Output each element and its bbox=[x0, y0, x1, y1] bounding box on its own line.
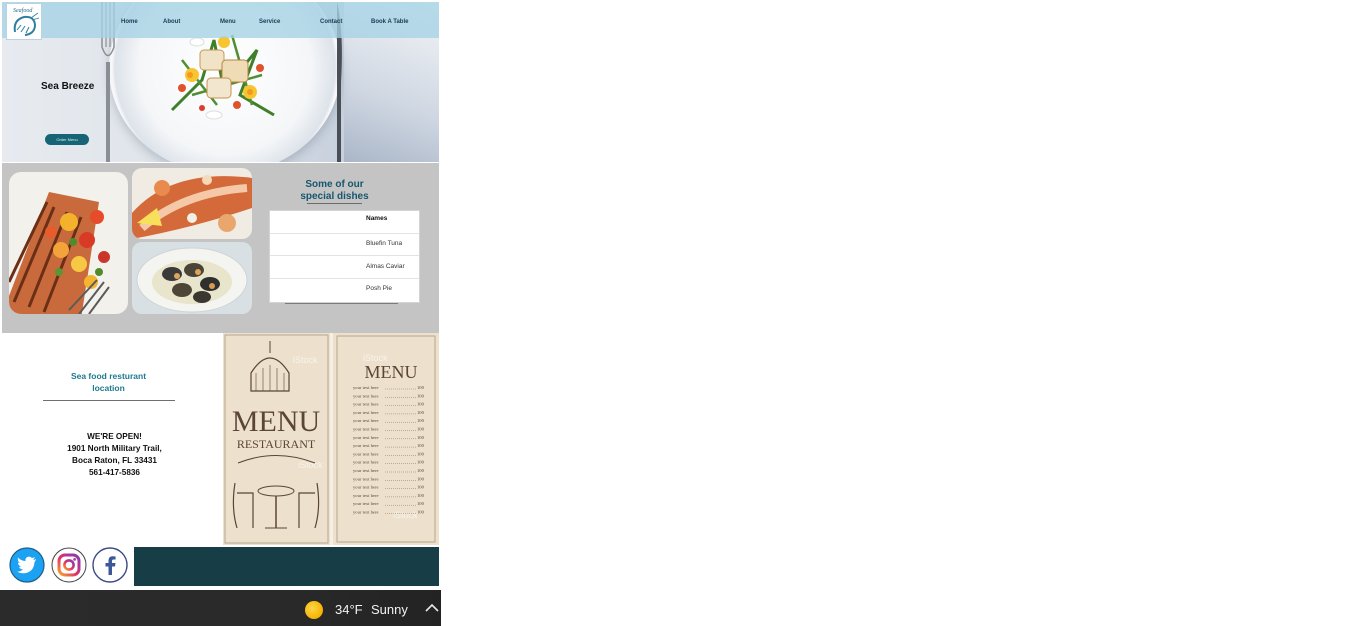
special-dishes-title: Some of our special dishes bbox=[300, 179, 369, 202]
nav-contact[interactable]: Contact bbox=[320, 19, 342, 25]
menu-item-text: your text here bbox=[353, 485, 379, 490]
address-line: Boca Raton, FL 33431 bbox=[72, 456, 157, 465]
menu-item-price: 100 bbox=[417, 501, 425, 506]
instagram-icon[interactable] bbox=[51, 547, 87, 583]
menu-item-text: your text here bbox=[353, 393, 379, 398]
svg-text:iStock: iStock bbox=[363, 353, 388, 363]
nav-bar: Seafood Home About Menu Service Contact … bbox=[2, 2, 439, 40]
address-line: 1901 North Military Trail, bbox=[67, 444, 162, 453]
nav-book-table[interactable]: Book A Table bbox=[371, 19, 408, 25]
address-block: WE'RE OPEN! 1901 North Military Trail, B… bbox=[42, 431, 187, 479]
menu-item-price: 100 bbox=[417, 410, 425, 415]
svg-text:MENU: MENU bbox=[232, 405, 321, 438]
menu-item-text: your text here bbox=[353, 460, 379, 465]
menu-item-price: 100 bbox=[417, 493, 425, 498]
menu-item-price: 100 bbox=[417, 510, 425, 515]
hero-section: Seafood Home About Menu Service Contact … bbox=[2, 2, 439, 162]
location-title: Sea food resturant location bbox=[70, 371, 147, 393]
svg-text:Seafood: Seafood bbox=[13, 7, 33, 14]
menu-item-price: 100 bbox=[417, 402, 425, 407]
menu-item-text: your text here bbox=[353, 510, 379, 515]
table-row: Bluefin Tuna bbox=[270, 233, 419, 256]
table-cell: Bluefin Tuna bbox=[366, 240, 403, 247]
chevron-up-icon[interactable] bbox=[425, 603, 439, 613]
weather-condition[interactable]: Sunny bbox=[371, 602, 408, 617]
nav-service[interactable]: Service bbox=[259, 19, 280, 25]
menu-item-text: your text here bbox=[353, 410, 379, 415]
menu-item-text: your text here bbox=[353, 402, 379, 407]
restaurant-menu-cover-image: MENU RESTAURANT iStock iStock bbox=[223, 333, 330, 545]
nav-about[interactable]: About bbox=[163, 19, 180, 25]
menu-item-price: 100 bbox=[417, 385, 425, 390]
open-label: WE'RE OPEN! bbox=[87, 432, 142, 441]
menu-item-price: 100 bbox=[417, 443, 425, 448]
twitter-icon[interactable] bbox=[9, 547, 45, 583]
menu-item-price: 100 bbox=[417, 418, 425, 423]
menu-item-price: 100 bbox=[417, 435, 425, 440]
svg-text:iStock: iStock bbox=[298, 460, 323, 470]
table-header-row: Names bbox=[270, 211, 419, 234]
svg-text:iStock: iStock bbox=[293, 355, 318, 365]
table-row: Almas Caviar bbox=[270, 256, 419, 279]
weather-temperature[interactable]: 34°F bbox=[335, 602, 363, 617]
taskbar: 34°F Sunny bbox=[0, 590, 441, 626]
facebook-icon[interactable] bbox=[92, 547, 128, 583]
menu-item-price: 100 bbox=[417, 476, 425, 481]
menu-item-price: 100 bbox=[417, 468, 425, 473]
sun-icon[interactable] bbox=[305, 601, 323, 619]
menu-item-text: your text here bbox=[353, 435, 379, 440]
table-header-names: Names bbox=[366, 215, 388, 222]
menu-item-text: your text here bbox=[353, 451, 379, 456]
menu-item-price: 100 bbox=[417, 485, 425, 490]
nav-home[interactable]: Home bbox=[121, 19, 138, 25]
clams-dish-photo bbox=[132, 242, 252, 314]
phone-number: 561-417-5836 bbox=[89, 468, 140, 477]
logo[interactable]: Seafood bbox=[6, 3, 42, 40]
hero-title: Sea Breeze bbox=[41, 81, 95, 92]
dishes-table: Names Bluefin Tuna Almas Caviar Posh Pie bbox=[269, 210, 420, 303]
svg-text:RESTAURANT: RESTAURANT bbox=[237, 437, 316, 451]
divider bbox=[285, 303, 398, 304]
table-row: Posh Pie bbox=[270, 278, 419, 300]
menu-item-text: your text here bbox=[353, 493, 379, 498]
menu-item-text: your text here bbox=[353, 385, 379, 390]
menu-item-text: your text here bbox=[353, 443, 379, 448]
table-cell: Almas Caviar bbox=[366, 263, 405, 270]
website-page: Seafood Home About Menu Service Contact … bbox=[2, 2, 439, 586]
table-cell: Posh Pie bbox=[366, 285, 393, 292]
menu-item-price: 100 bbox=[417, 460, 425, 465]
footer-band bbox=[134, 547, 439, 586]
menu-item-text: your text here bbox=[353, 501, 379, 506]
lobster-platter-photo bbox=[132, 168, 252, 239]
footer bbox=[2, 545, 439, 586]
divider bbox=[43, 400, 175, 401]
svg-text:MENU: MENU bbox=[365, 362, 418, 382]
restaurant-menu-list-image: MENU iStock iStock your text here 100 your… bbox=[333, 333, 439, 545]
menu-item-text: your text here bbox=[353, 468, 379, 473]
grilled-fish-photo bbox=[9, 172, 128, 314]
menu-item-price: 100 bbox=[417, 451, 425, 456]
shrimp-logo-icon: Seafood bbox=[13, 7, 40, 36]
menu-item-text: your text here bbox=[353, 427, 379, 432]
menu-item-price: 100 bbox=[417, 393, 425, 398]
location-section: Sea food resturant location WE'RE OPEN! … bbox=[2, 333, 439, 545]
order-menu-button[interactable]: Order Menu bbox=[45, 134, 89, 145]
divider bbox=[307, 203, 362, 204]
svg-text:iStock: iStock bbox=[393, 510, 418, 520]
nav-menu[interactable]: Menu bbox=[220, 19, 236, 25]
menu-item-text: your text here bbox=[353, 418, 379, 423]
menu-item-price: 100 bbox=[417, 427, 425, 432]
menu-item-text: your text here bbox=[353, 476, 379, 481]
special-dishes-section: Some of our special dishes Names Bluefin… bbox=[2, 163, 439, 333]
